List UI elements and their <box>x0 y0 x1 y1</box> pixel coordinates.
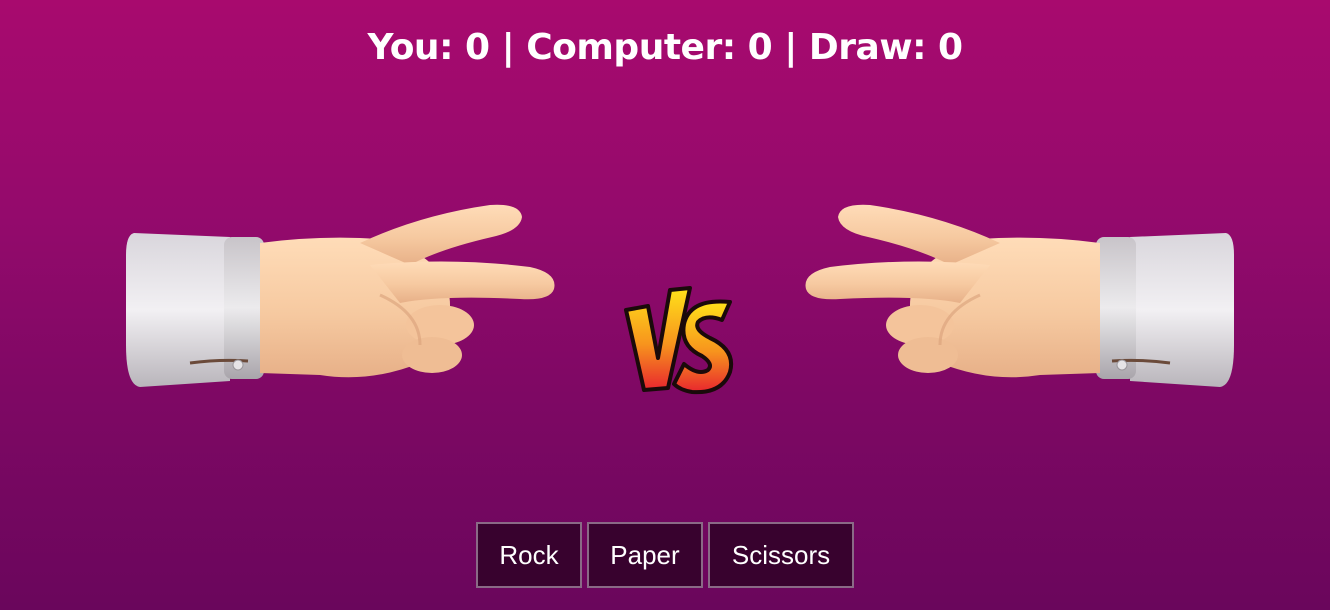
choice-buttons: Rock Paper Scissors <box>0 522 1330 588</box>
scissors-button[interactable]: Scissors <box>708 522 854 588</box>
rock-button[interactable]: Rock <box>476 522 582 588</box>
player-scissors-hand-icon <box>126 204 555 387</box>
vs-badge-icon <box>624 286 733 395</box>
computer-scissors-hand-icon <box>805 204 1234 387</box>
scoreboard: You: 0 | Computer: 0 | Draw: 0 <box>367 27 963 68</box>
paper-button[interactable]: Paper <box>587 522 703 588</box>
